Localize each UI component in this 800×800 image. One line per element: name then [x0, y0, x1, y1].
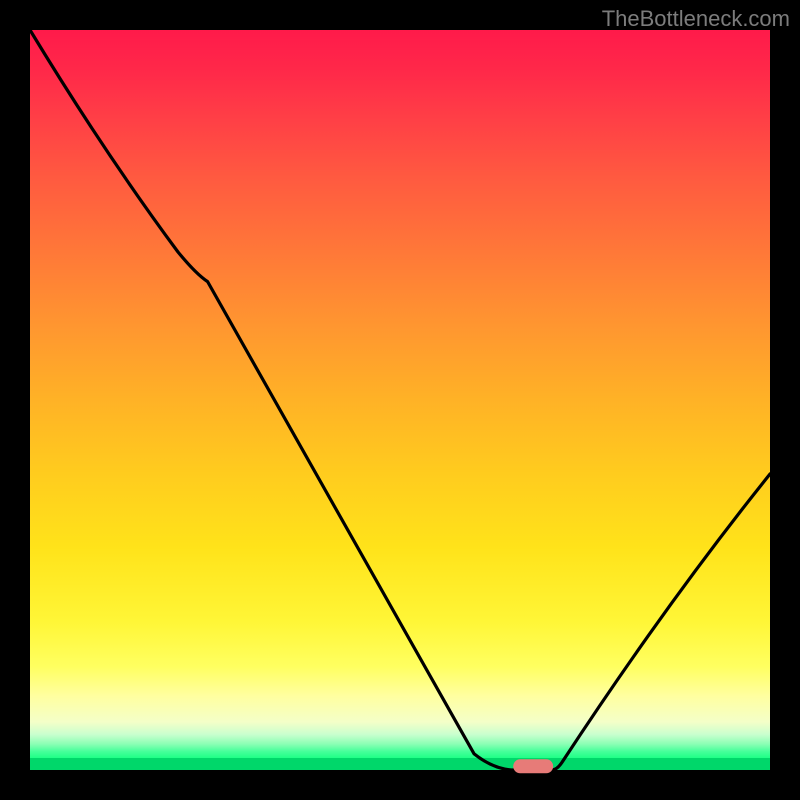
optimal-marker [513, 759, 553, 773]
plot-area [30, 30, 770, 770]
bottleneck-curve [30, 30, 770, 770]
attribution-label: TheBottleneck.com [602, 6, 790, 32]
chart-svg [30, 30, 770, 770]
chart-container: TheBottleneck.com [0, 0, 800, 800]
